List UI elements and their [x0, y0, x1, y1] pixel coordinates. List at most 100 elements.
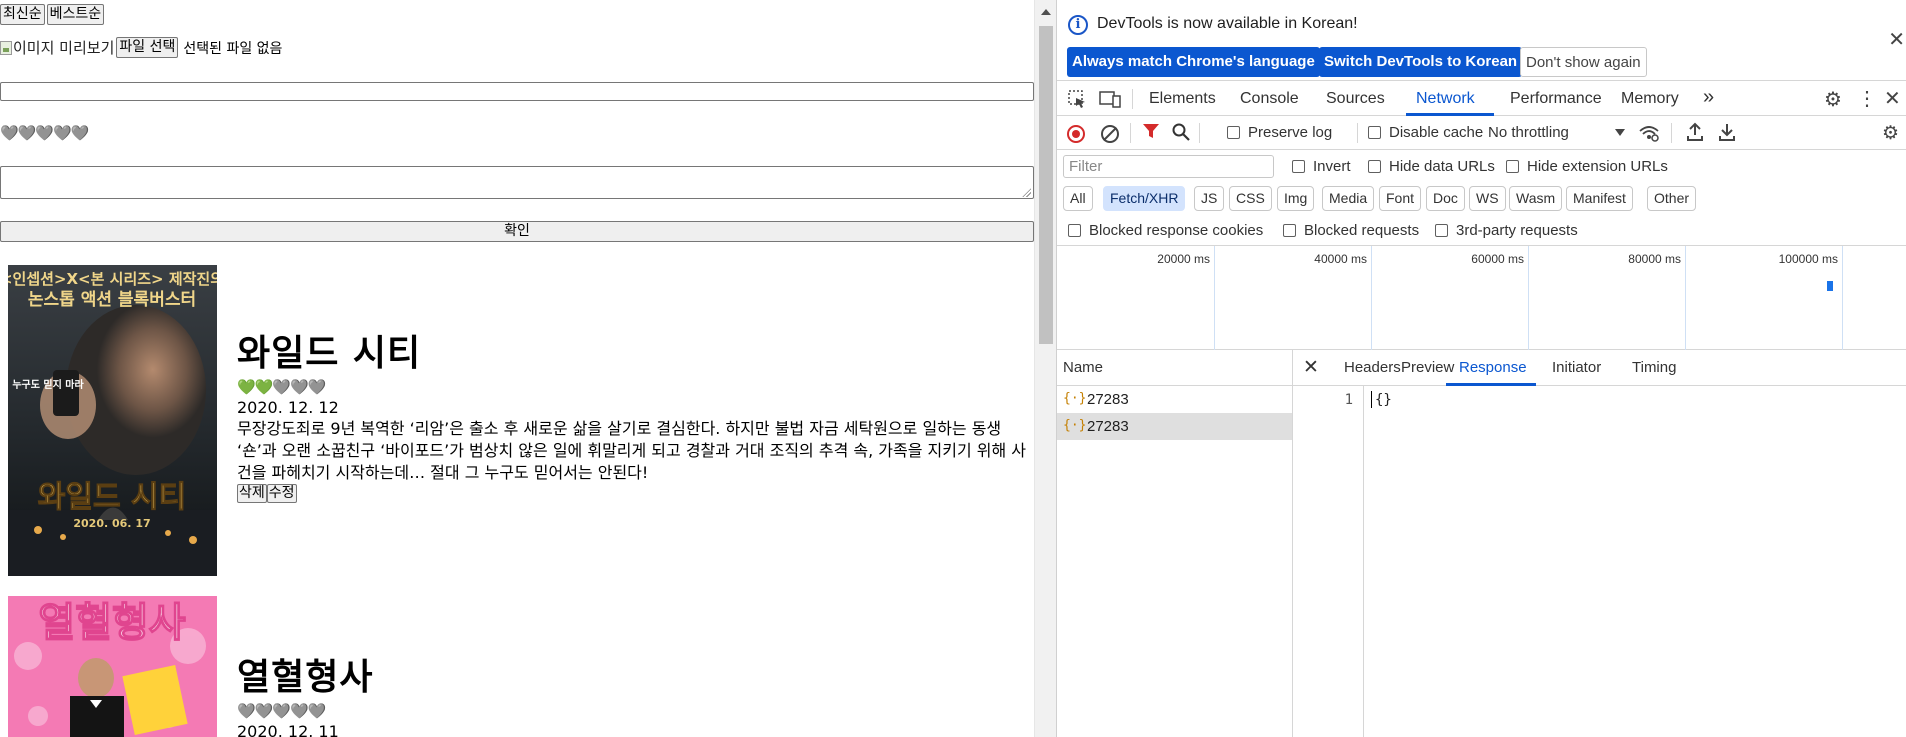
poster2-title-art: 열혈형사	[38, 600, 185, 646]
network-filter-bar: Filter Invert Hide data URLs Hide extens…	[1057, 150, 1906, 180]
request-timing-mark	[1827, 281, 1833, 291]
movie-card: 열혈형사 열혈형사 🩶🩶🩶🩶🩶 2020. 12. 11	[8, 596, 1028, 737]
record-stop-icon[interactable]	[1067, 125, 1085, 143]
toolbar-divider	[1130, 123, 1131, 143]
import-har-icon[interactable]	[1686, 122, 1704, 142]
tab-preview[interactable]: Preview	[1401, 359, 1454, 376]
filter-img[interactable]: Img	[1277, 186, 1315, 211]
toolbar-divider	[1199, 123, 1200, 143]
name-column-header[interactable]: Name	[1057, 350, 1293, 386]
disable-cache-checkbox[interactable]	[1368, 126, 1381, 139]
third-party-label: 3rd-party requests	[1456, 222, 1578, 239]
hide-extension-urls-label: Hide extension URLs	[1527, 158, 1668, 175]
always-match-language-button[interactable]: Always match Chrome's language	[1067, 47, 1320, 77]
rating-gray-hearts: 🩶🩶🩶	[272, 378, 326, 396]
poster1-top-text2: 논스톱 액션 블록버스터	[28, 290, 196, 310]
dont-show-again-button[interactable]: Don't show again	[1520, 47, 1647, 77]
tab-memory[interactable]: Memory	[1621, 90, 1679, 108]
blocked-cookies-checkbox[interactable]	[1068, 224, 1081, 237]
file-status: 선택된 파일 없음	[183, 40, 283, 57]
preserve-log-checkbox[interactable]	[1227, 126, 1240, 139]
tab-network[interactable]: Network	[1416, 90, 1475, 108]
resize-grip-icon[interactable]	[1022, 188, 1031, 197]
comment-textarea[interactable]	[0, 166, 1034, 199]
tab-elements[interactable]: Elements	[1149, 90, 1216, 108]
confirm-button[interactable]: 확인	[0, 221, 1034, 242]
scroll-thumb[interactable]	[1039, 26, 1053, 344]
poster1-tagline: 누구도 믿지 마라	[12, 378, 84, 391]
close-icon[interactable]: ✕	[1888, 30, 1905, 50]
filter-doc[interactable]: Doc	[1426, 186, 1465, 211]
tab-timing[interactable]: Timing	[1632, 359, 1676, 376]
page-scrollbar[interactable]	[1034, 0, 1056, 737]
title-input[interactable]	[0, 82, 1034, 101]
request-row-selected[interactable]: {·} 27283	[1057, 413, 1293, 440]
request-row[interactable]: {·} 27283	[1057, 386, 1293, 413]
rating-input[interactable]: 🩶🩶🩶🩶🩶	[0, 124, 89, 142]
scroll-up-arrow-icon[interactable]	[1041, 9, 1051, 15]
movie-info: 와일드 시티 💚💚🩶🩶🩶 2020. 12. 12 무장강도죄로 9년 복역한 …	[237, 333, 1034, 503]
more-tabs-chevron-icon[interactable]: »	[1703, 86, 1714, 109]
poster1-title-art: 와일드 시티	[38, 480, 186, 515]
sort-best-button[interactable]: 베스트순	[46, 4, 105, 25]
clear-icon[interactable]	[1101, 125, 1119, 143]
export-har-icon[interactable]	[1718, 122, 1736, 142]
filter-manifest[interactable]: Manifest	[1566, 186, 1633, 211]
request-list-empty	[1057, 440, 1293, 737]
blocked-requests-checkbox[interactable]	[1283, 224, 1296, 237]
invert-checkbox[interactable]	[1292, 160, 1305, 173]
search-icon[interactable]	[1171, 122, 1191, 142]
blocked-requests-label: Blocked requests	[1304, 222, 1420, 239]
network-conditions-icon[interactable]	[1638, 123, 1660, 143]
network-settings-gear-icon[interactable]: ⚙	[1882, 122, 1899, 145]
poster1-date-art: 2020. 06. 17	[73, 517, 150, 530]
filter-other[interactable]: Other	[1647, 186, 1697, 211]
third-party-checkbox[interactable]	[1435, 224, 1448, 237]
xhr-icon: {·}	[1063, 418, 1087, 433]
filter-ws[interactable]: WS	[1469, 186, 1506, 211]
filter-funnel-icon[interactable]	[1142, 122, 1160, 140]
line-number-gutter: 1	[1293, 386, 1364, 737]
movie-poster: 열혈형사	[8, 596, 217, 737]
hide-extension-urls-checkbox[interactable]	[1506, 160, 1519, 173]
hide-data-urls-checkbox[interactable]	[1368, 160, 1381, 173]
chevron-down-icon[interactable]	[1615, 129, 1625, 136]
tab-initiator[interactable]: Initiator	[1552, 359, 1601, 376]
file-select-button[interactable]: 파일 선택	[116, 37, 179, 58]
settings-gear-icon[interactable]: ⚙	[1824, 87, 1842, 112]
filter-font[interactable]: Font	[1379, 186, 1422, 211]
tab-console[interactable]: Console	[1240, 90, 1299, 108]
filter-all[interactable]: All	[1063, 186, 1093, 211]
device-toolbar-icon[interactable]	[1099, 89, 1121, 109]
timeline-tick-label: 20000 ms	[1157, 252, 1210, 266]
more-options-icon[interactable]: ⋮	[1857, 86, 1877, 111]
network-overview-timeline[interactable]: 20000 ms 40000 ms 60000 ms 80000 ms 1000…	[1057, 246, 1906, 350]
throttling-select[interactable]: No throttling	[1488, 124, 1569, 141]
filter-css[interactable]: CSS	[1229, 186, 1272, 211]
filter-fetch-xhr[interactable]: Fetch/XHR	[1103, 186, 1186, 211]
filter-wasm[interactable]: Wasm	[1509, 186, 1563, 211]
close-devtools-icon[interactable]: ✕	[1884, 86, 1901, 111]
response-body[interactable]: {}	[1375, 392, 1392, 408]
tab-sources[interactable]: Sources	[1326, 90, 1385, 108]
invert-label: Invert	[1313, 158, 1351, 175]
inspect-element-icon[interactable]	[1067, 89, 1089, 109]
delete-button[interactable]: 삭제	[237, 484, 267, 503]
filter-input[interactable]: Filter	[1063, 155, 1274, 178]
toolbar-divider	[1357, 123, 1358, 143]
filter-js[interactable]: JS	[1194, 186, 1225, 211]
filter-media[interactable]: Media	[1322, 186, 1375, 211]
close-detail-icon[interactable]: ✕	[1303, 356, 1319, 379]
blocked-cookies-label: Blocked response cookies	[1089, 222, 1264, 239]
rating-hearts[interactable]: 🩶🩶🩶🩶🩶	[0, 124, 89, 142]
edit-button[interactable]: 수정	[266, 484, 297, 503]
tab-performance[interactable]: Performance	[1510, 90, 1602, 108]
tab-response[interactable]: Response	[1459, 359, 1527, 376]
poster1-top-text: <인셉션>X<본 시리즈> 제작진의	[8, 270, 217, 288]
sort-latest-button[interactable]: 최신순	[0, 4, 45, 25]
disable-cache-label: Disable cache	[1389, 124, 1484, 141]
image-preview: 이미지 미리보기	[0, 37, 114, 58]
timeline-gridline	[1214, 246, 1215, 350]
tab-headers[interactable]: Headers	[1344, 359, 1401, 376]
switch-to-korean-button[interactable]: Switch DevTools to Korean	[1319, 47, 1523, 77]
